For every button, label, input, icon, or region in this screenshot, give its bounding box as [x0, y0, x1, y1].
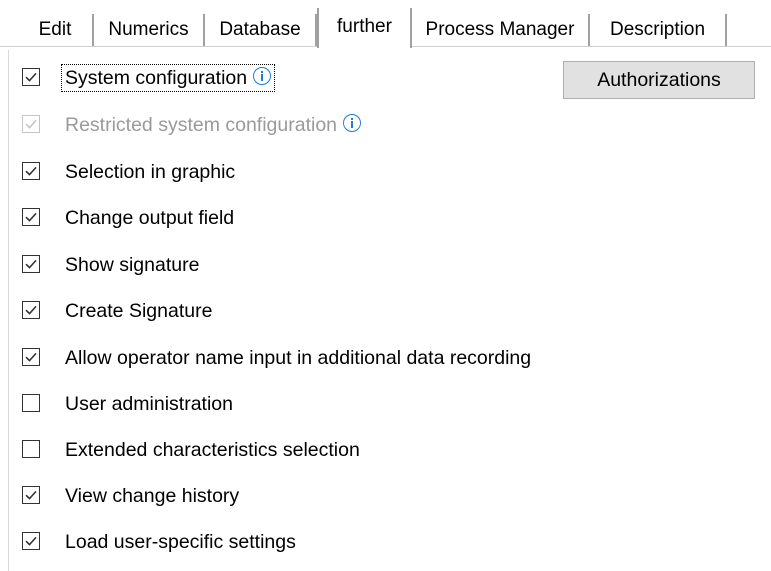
checkbox-checked[interactable]: [22, 255, 40, 273]
option-label-text: User administration: [65, 393, 233, 415]
tab-further[interactable]: further: [317, 8, 412, 48]
panel-left-border: [8, 50, 9, 571]
option-label: Allow operator name input in additional …: [65, 345, 531, 371]
checkmark-icon: [25, 72, 37, 82]
option-label: Restricted system configuration: [65, 112, 362, 138]
info-icon[interactable]: [343, 114, 362, 132]
option-label: Selection in graphic: [65, 159, 235, 185]
checkmark-icon: [25, 305, 37, 315]
checkbox-checked[interactable]: [22, 348, 40, 366]
option-label: System configuration: [60, 64, 276, 92]
tab-description[interactable]: Description: [590, 14, 727, 46]
option-label-text: View change history: [65, 485, 240, 507]
checkbox-checked[interactable]: [22, 301, 40, 319]
checkmark-icon: [25, 490, 37, 500]
option-label-text: Extended characteristics selection: [65, 439, 360, 461]
authorizations-button[interactable]: Authorizations: [563, 61, 755, 99]
option-label: Create Signature: [65, 298, 212, 324]
checkbox-checked[interactable]: [22, 162, 40, 180]
option-label-text: Change output field: [65, 207, 235, 229]
option-label: Load user-specific settings: [65, 529, 296, 555]
tab-database[interactable]: Database: [205, 14, 317, 46]
checkmark-icon: [25, 119, 37, 129]
checkmark-icon: [25, 536, 37, 546]
checkmark-icon: [25, 212, 37, 222]
option-label: Change output field: [65, 205, 234, 231]
option-label-text: Allow operator name input in additional …: [65, 347, 532, 369]
checkbox-unchecked[interactable]: [22, 440, 40, 458]
info-icon[interactable]: [253, 67, 272, 85]
checkbox-checked[interactable]: [22, 68, 40, 86]
option-label-text: Selection in graphic: [65, 161, 236, 183]
option-label-text: Load user-specific settings: [65, 531, 296, 553]
option-label: Extended characteristics selection: [65, 437, 360, 463]
checkbox-checked[interactable]: [22, 486, 40, 504]
option-label: View change history: [65, 483, 239, 509]
option-label-text: Create Signature: [65, 300, 213, 322]
option-label-text: Restricted system configuration: [65, 114, 338, 136]
checkmark-icon: [25, 166, 37, 176]
tab-numerics[interactable]: Numerics: [94, 14, 205, 46]
checkmark-icon: [25, 352, 37, 362]
tab-process-manager[interactable]: Process Manager: [412, 14, 590, 46]
checkbox-unchecked[interactable]: [22, 394, 40, 412]
option-label-text: System configuration: [65, 67, 248, 89]
checkbox-checked[interactable]: [22, 532, 40, 550]
option-label-text: Show signature: [65, 254, 200, 276]
option-label: User administration: [65, 391, 233, 417]
checkmark-icon: [25, 259, 37, 269]
checkbox-checked[interactable]: [22, 208, 40, 226]
tab-edit[interactable]: Edit: [18, 14, 94, 46]
tab-bar: Edit Numerics Database further Process M…: [0, 0, 771, 48]
checkbox-checked: [22, 115, 40, 133]
option-label: Show signature: [65, 252, 199, 278]
